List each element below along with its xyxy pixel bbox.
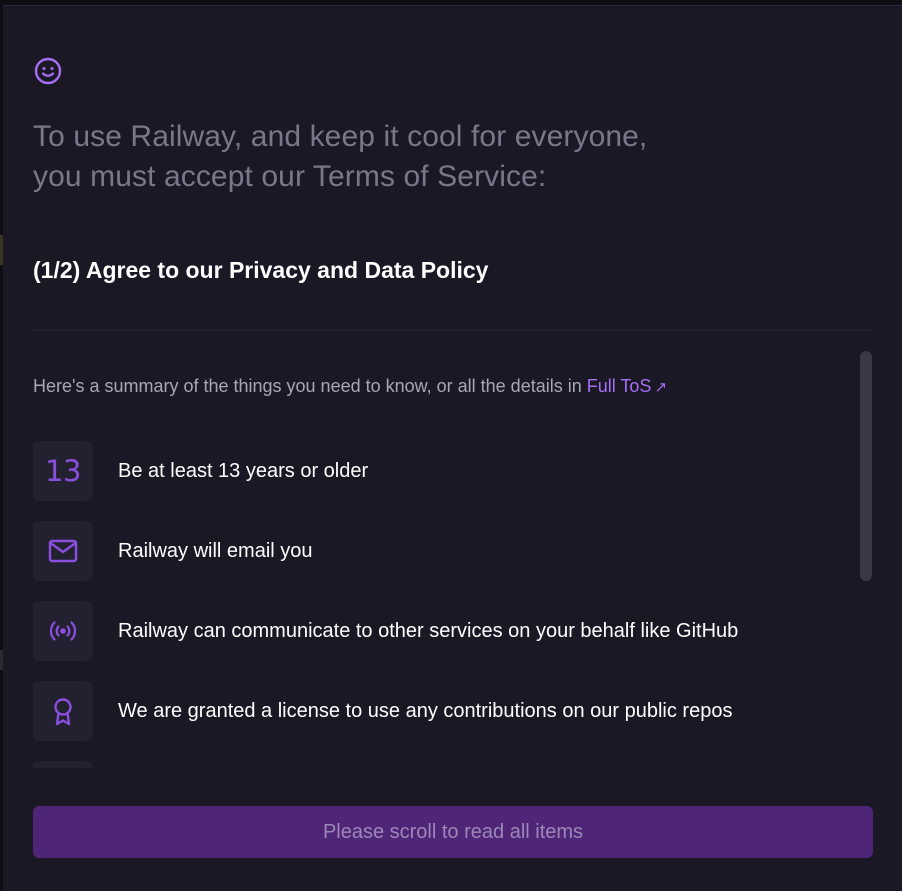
terms-scroll-area[interactable]: Here's a summary of the things you need … bbox=[3, 331, 902, 768]
item-icon-box: 13 bbox=[33, 441, 93, 501]
item-icon-box bbox=[33, 761, 93, 768]
scrollbar-thumb[interactable] bbox=[860, 351, 872, 581]
item-label: Railway will email you bbox=[118, 539, 313, 562]
age-number: 13 bbox=[45, 454, 81, 488]
item-icon-box bbox=[33, 601, 93, 661]
list-item: Railway will email you bbox=[33, 521, 853, 581]
summary-label: Here's a summary of the things you need … bbox=[33, 376, 587, 396]
broadcast-icon bbox=[49, 621, 77, 641]
item-label: Railway can communicate to other service… bbox=[118, 619, 739, 642]
smile-icon bbox=[34, 57, 62, 85]
headline-line: To use Railway, and keep it cool for eve… bbox=[33, 120, 648, 153]
summary-text: Here's a summary of the things you need … bbox=[33, 376, 667, 397]
item-icon-box bbox=[33, 521, 93, 581]
terms-modal: To use Railway, and keep it cool for eve… bbox=[3, 5, 902, 891]
item-label: We are granted a license to use any cont… bbox=[118, 699, 733, 722]
mail-icon bbox=[48, 539, 78, 563]
item-icon-box bbox=[33, 681, 93, 741]
full-tos-link-label: Full ToS bbox=[586, 376, 652, 396]
external-arrow-icon: ↗ bbox=[654, 379, 668, 396]
list-item bbox=[33, 761, 853, 768]
scroll-to-read-button[interactable]: Please scroll to read all items bbox=[33, 806, 873, 858]
list-item: We are granted a license to use any cont… bbox=[33, 681, 853, 741]
award-ribbon-icon bbox=[54, 698, 72, 726]
item-label: Be at least 13 years or older bbox=[118, 459, 369, 482]
full-tos-link[interactable]: Full ToS ↗ bbox=[587, 376, 667, 396]
headline-line: you must accept our Terms of Service: bbox=[33, 160, 547, 193]
terms-headline: To use Railway, and keep it cool for eve… bbox=[33, 117, 793, 197]
list-item: Railway can communicate to other service… bbox=[33, 601, 853, 661]
list-item: 13 Be at least 13 years or older bbox=[33, 441, 853, 501]
step-title: (1/2) Agree to our Privacy and Data Poli… bbox=[33, 257, 489, 283]
